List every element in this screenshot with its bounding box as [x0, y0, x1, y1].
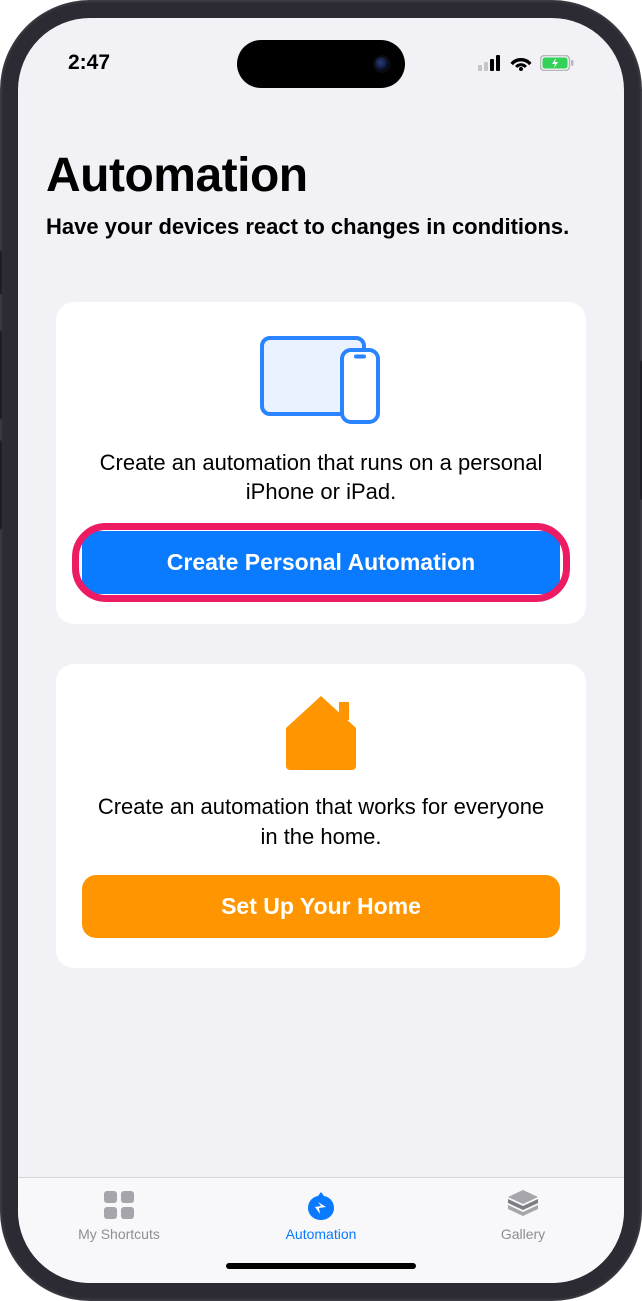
tab-label: Automation — [286, 1226, 357, 1242]
home-automation-card: Create an automation that works for ever… — [56, 664, 586, 968]
main-content: Automation Have your devices react to ch… — [18, 18, 624, 1177]
grid-icon — [103, 1190, 135, 1220]
volume-down-button — [0, 440, 2, 530]
tab-label: My Shortcuts — [78, 1226, 160, 1242]
volume-up-button — [0, 330, 2, 420]
page-title: Automation — [46, 148, 596, 203]
battery-charging-icon — [540, 55, 574, 71]
home-indicator[interactable] — [226, 1263, 416, 1269]
mute-switch — [0, 250, 2, 295]
home-automation-description: Create an automation that works for ever… — [82, 792, 560, 851]
home-icon — [82, 692, 560, 770]
tab-label: Gallery — [501, 1226, 545, 1242]
cellular-icon — [478, 55, 502, 71]
screen: 2:47 — [18, 18, 624, 1283]
automation-badge-icon — [305, 1190, 337, 1220]
stack-icon — [506, 1190, 540, 1220]
annotation-highlight: Create Personal Automation — [82, 531, 560, 594]
dynamic-island — [237, 40, 405, 88]
page-subtitle: Have your devices react to changes in co… — [46, 213, 596, 242]
status-time: 2:47 — [68, 51, 110, 75]
set-up-home-button[interactable]: Set Up Your Home — [82, 875, 560, 938]
personal-automation-description: Create an automation that runs on a pers… — [82, 448, 560, 507]
devices-icon — [82, 330, 560, 426]
phone-frame: 2:47 — [0, 0, 642, 1301]
tab-automation[interactable]: Automation — [221, 1190, 421, 1242]
status-indicators — [478, 55, 574, 71]
create-personal-automation-button[interactable]: Create Personal Automation — [82, 531, 560, 594]
tab-gallery[interactable]: Gallery — [423, 1190, 623, 1242]
personal-automation-card: Create an automation that runs on a pers… — [56, 302, 586, 624]
tab-my-shortcuts[interactable]: My Shortcuts — [19, 1190, 219, 1242]
wifi-icon — [510, 55, 532, 71]
front-camera-icon — [375, 57, 389, 71]
